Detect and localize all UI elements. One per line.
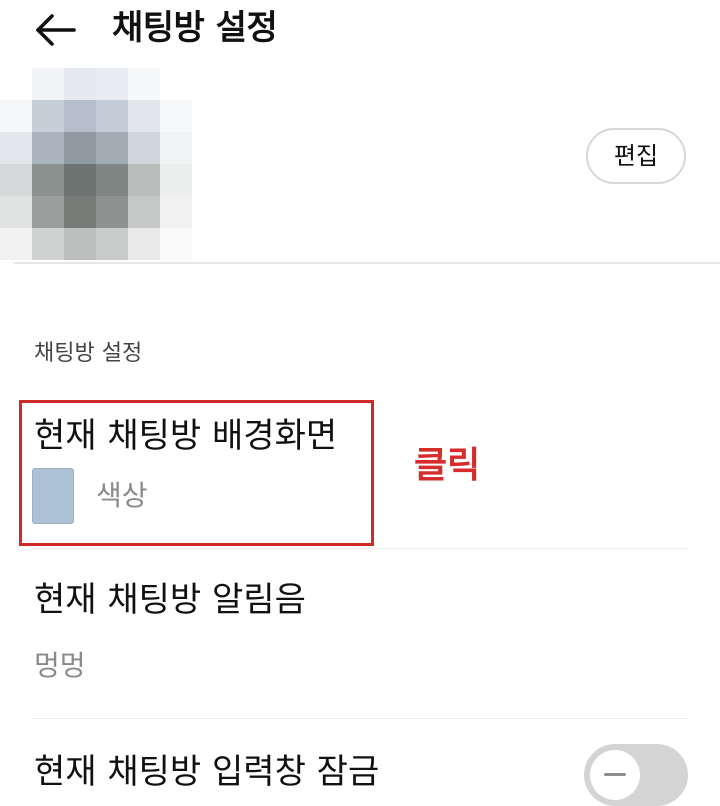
arrow-left-icon	[36, 14, 76, 46]
toggle-knob	[590, 750, 640, 800]
sound-value: 멍멍	[34, 649, 86, 682]
row-divider	[32, 548, 688, 549]
app-header: 채팅방 설정	[0, 0, 720, 62]
background-value: 색상	[96, 479, 148, 512]
background-title: 현재 채팅방 배경화면	[34, 416, 338, 456]
section-label: 채팅방 설정	[34, 341, 143, 366]
pixelated-avatar	[0, 68, 224, 260]
click-annotation: 클릭	[414, 445, 481, 486]
input-lock-toggle[interactable]	[584, 744, 688, 806]
back-button[interactable]	[30, 8, 82, 52]
color-swatch	[32, 468, 74, 524]
setting-row-background[interactable]: 현재 채팅방 배경화면 색상	[0, 400, 720, 546]
row-divider	[32, 718, 688, 719]
setting-row-sound[interactable]: 현재 채팅방 알림음 멍멍	[0, 560, 720, 710]
input-lock-title: 현재 채팅방 입력창 잠금	[34, 752, 380, 792]
profile-image[interactable]	[0, 68, 236, 264]
sound-title: 현재 채팅방 알림음	[34, 580, 306, 620]
section-divider	[14, 262, 720, 264]
edit-button[interactable]: 편집	[586, 128, 686, 184]
page-title: 채팅방 설정	[112, 8, 278, 48]
